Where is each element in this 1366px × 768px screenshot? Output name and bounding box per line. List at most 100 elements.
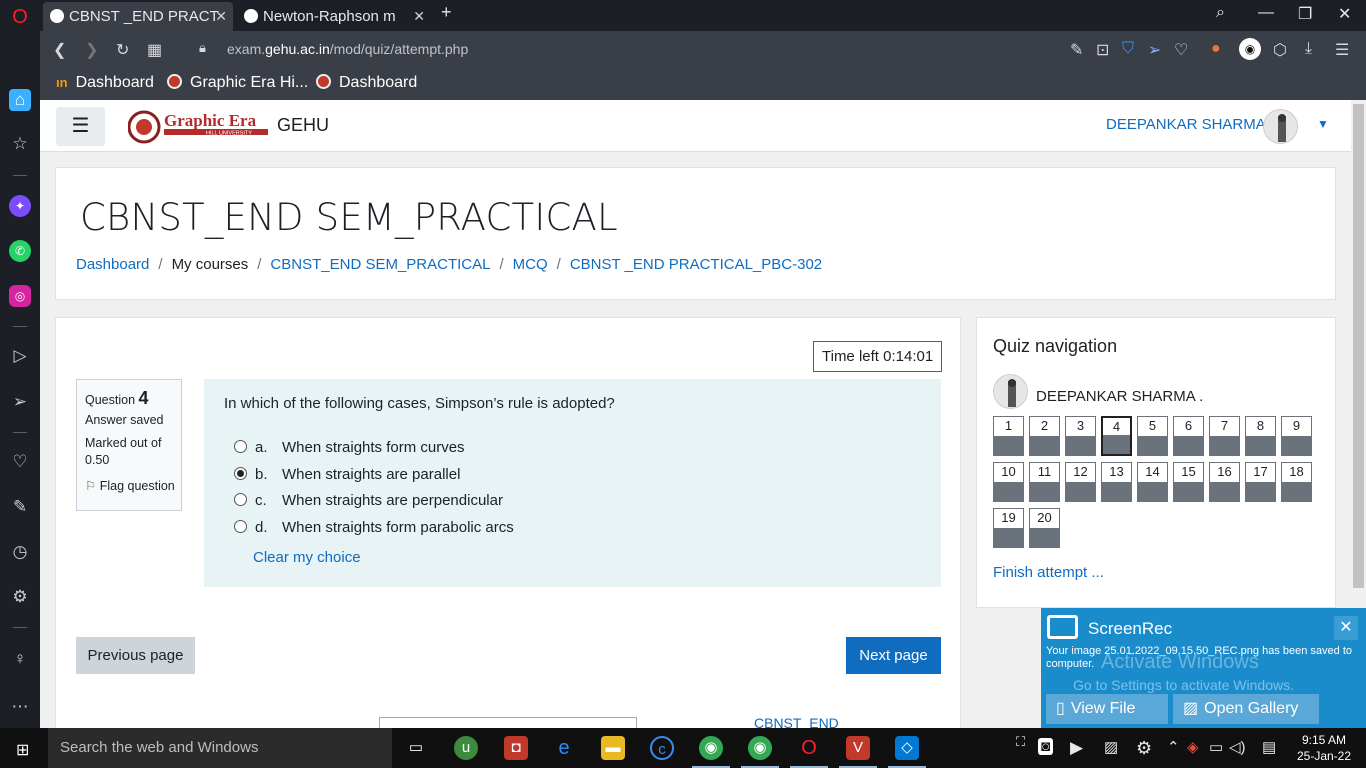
player-icon[interactable]: ▷ — [9, 345, 31, 367]
speed-dial-icon[interactable]: ☆ — [9, 133, 31, 155]
windows-start-icon[interactable]: ⊞ — [16, 740, 29, 760]
vscode-icon[interactable]: ◇ — [888, 736, 926, 768]
menu-icon[interactable]: ☰ — [1335, 40, 1349, 60]
close-icon[interactable]: ✕ — [413, 2, 425, 31]
user-menu-name[interactable]: DEEPANKAR SHARMA . — [1106, 116, 1273, 133]
question-nav-button[interactable]: 7 — [1209, 416, 1240, 456]
question-nav-button[interactable]: 19 — [993, 508, 1024, 548]
image-tray-icon[interactable]: ▨ — [1104, 738, 1118, 756]
clear-choice-link[interactable]: Clear my choice — [253, 549, 361, 566]
profile-icon[interactable]: ◉ — [1239, 38, 1261, 60]
notification-icon[interactable]: ▤ — [1262, 738, 1276, 756]
close-window-icon[interactable]: ✕ — [1338, 4, 1351, 24]
question-nav-button[interactable]: 8 — [1245, 416, 1276, 456]
more-icon[interactable]: ⋯ — [9, 696, 31, 718]
bookmark-dashboard[interactable]: ın Dashboard — [56, 74, 154, 92]
chevron-up-icon[interactable]: ⌃ — [1167, 738, 1180, 756]
breadcrumb-quiz[interactable]: CBNST _END PRACTICAL_PBC-302 — [570, 256, 822, 273]
app-c-icon[interactable]: c — [650, 736, 674, 760]
question-nav-button[interactable]: 14 — [1137, 462, 1168, 502]
answer-option-b[interactable]: b. When straights are parallel — [234, 466, 460, 483]
settings-tray-icon[interactable]: ⚙ — [1136, 738, 1152, 759]
question-nav-button[interactable]: 11 — [1029, 462, 1060, 502]
network-icon[interactable]: ▭ — [1209, 738, 1223, 756]
new-tab-icon[interactable]: + — [441, 2, 452, 23]
edit-page-icon[interactable]: ✎ — [1070, 40, 1083, 60]
site-name[interactable]: GEHU — [277, 115, 329, 136]
camera-tray-icon[interactable]: ◙ — [1038, 738, 1054, 755]
breadcrumb-dashboard[interactable]: Dashboard — [76, 256, 149, 273]
lightbulb-icon[interactable]: ♀ — [9, 648, 31, 670]
close-icon[interactable]: ✕ — [215, 2, 227, 31]
settings-icon[interactable]: ⚙ — [9, 586, 31, 608]
cube-icon[interactable]: ⬡ — [1273, 40, 1287, 60]
question-nav-button[interactable]: 3 — [1065, 416, 1096, 456]
question-nav-button[interactable]: 2 — [1029, 416, 1060, 456]
forward-icon[interactable]: ❯ — [85, 40, 98, 60]
chevron-down-icon[interactable]: ▼ — [1317, 117, 1329, 131]
url-field[interactable]: exam.gehu.ac.in/mod/quiz/attempt.php — [227, 41, 468, 57]
next-activity-link[interactable]: CBNST_END — [754, 715, 839, 728]
question-nav-button[interactable]: 9 — [1281, 416, 1312, 456]
restore-icon[interactable]: ❐ — [1298, 4, 1312, 24]
flag-question[interactable]: ⚐ Flag question — [85, 478, 175, 493]
messenger-icon[interactable]: ✦ — [9, 195, 31, 217]
edit-icon[interactable]: ✎ — [9, 496, 31, 518]
volume-icon[interactable]: ◁) — [1229, 738, 1246, 756]
radio-button[interactable] — [234, 520, 247, 533]
breadcrumb-course[interactable]: CBNST_END SEM_PRACTICAL — [270, 256, 490, 273]
heart-icon[interactable]: ♡ — [1174, 40, 1188, 60]
radio-button[interactable] — [234, 440, 247, 453]
edge-icon[interactable]: e — [552, 736, 576, 760]
camera-app-icon[interactable]: ◘ — [504, 736, 528, 760]
open-gallery-button[interactable]: ▨ Open Gallery — [1173, 694, 1319, 724]
question-nav-button[interactable]: 4 — [1101, 416, 1132, 456]
question-nav-button[interactable]: 6 — [1173, 416, 1204, 456]
question-nav-button[interactable]: 10 — [993, 462, 1024, 502]
tabs-grid-icon[interactable]: ▦ — [147, 40, 162, 60]
whatsapp-icon[interactable]: ✆ — [9, 240, 31, 262]
download-icon[interactable]: ⤓ — [1305, 40, 1312, 58]
file-explorer-icon[interactable]: ▬ — [601, 736, 625, 760]
breadcrumb-mcq[interactable]: MCQ — [513, 256, 548, 273]
scrollbar-thumb[interactable] — [1353, 104, 1364, 588]
opera-logo-icon[interactable]: O — [9, 6, 31, 28]
send-icon[interactable]: ➢ — [1148, 40, 1161, 60]
tab-newton-raphson[interactable]: Newton-Raphson m ✕ — [237, 2, 431, 31]
chrome-profile-icon[interactable]: ◉ — [741, 736, 779, 768]
question-nav-button[interactable]: 17 — [1245, 462, 1276, 502]
utorrent-icon[interactable]: u — [454, 736, 478, 760]
back-icon[interactable]: ❮ — [53, 40, 66, 60]
opera-icon[interactable]: O — [790, 736, 828, 768]
taskbar-clock[interactable]: 9:15 AM 25-Jan-22 — [1291, 732, 1357, 764]
view-file-button[interactable]: ▯ View File — [1046, 694, 1168, 724]
shield-icon[interactable]: ⛉ — [1122, 40, 1134, 58]
home-icon[interactable]: ⌂ — [9, 89, 31, 111]
close-icon[interactable]: ✕ — [1334, 616, 1358, 640]
search-tabs-icon[interactable]: ⌕ — [1216, 4, 1225, 22]
question-nav-button[interactable]: 16 — [1209, 462, 1240, 502]
task-view-icon[interactable]: ▭ — [404, 736, 428, 760]
finish-attempt-link[interactable]: Finish attempt ... — [993, 564, 1104, 581]
radio-button[interactable] — [234, 493, 247, 506]
minimize-icon[interactable]: — — [1258, 4, 1274, 22]
video-tray-icon[interactable]: ▶ — [1070, 738, 1083, 758]
recorder-tray-icon[interactable]: ⛶ — [1016, 734, 1025, 750]
answer-option-c[interactable]: c. When straights are perpendicular — [234, 492, 503, 509]
history-icon[interactable]: ◷ — [9, 541, 31, 563]
answer-option-a[interactable]: a. When straights form curves — [234, 439, 465, 456]
radio-button-selected[interactable] — [234, 467, 247, 480]
bookmark-graphic-era[interactable]: Graphic Era Hi... — [167, 74, 308, 92]
taskbar-search-input[interactable]: Search the web and Windows — [48, 728, 392, 768]
instagram-icon[interactable]: ◎ — [9, 285, 31, 307]
previous-page-button[interactable]: Previous page — [76, 637, 195, 674]
next-page-button[interactable]: Next page — [846, 637, 941, 674]
jump-to-select[interactable] — [379, 717, 637, 728]
university-logo[interactable]: Graphic Era HILL UNIVERSITY — [127, 109, 272, 144]
tab-cbnst[interactable]: CBNST _END PRACT ✕ — [43, 2, 233, 31]
heart-icon[interactable]: ♡ — [9, 451, 31, 473]
chrome-icon[interactable]: ◉ — [692, 736, 730, 768]
question-nav-button[interactable]: 13 — [1101, 462, 1132, 502]
question-nav-button[interactable]: 18 — [1281, 462, 1312, 502]
question-nav-button[interactable]: 20 — [1029, 508, 1060, 548]
